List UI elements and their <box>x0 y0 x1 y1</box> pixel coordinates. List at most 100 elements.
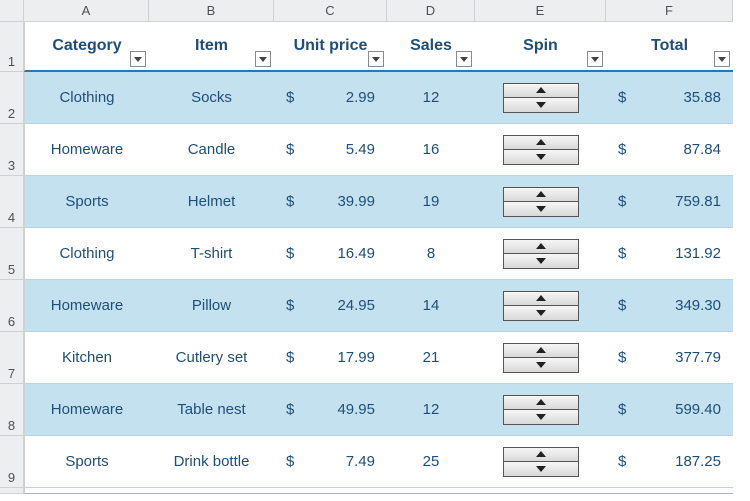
cell-total[interactable]: $187.25 <box>606 436 733 488</box>
cell-category[interactable]: Sports <box>24 436 149 488</box>
row-header-2[interactable]: 2 <box>0 72 24 124</box>
cell-total[interactable]: $377.79 <box>606 332 733 384</box>
cell-unit-price[interactable]: $24.95 <box>274 280 387 332</box>
col-header-D[interactable]: D <box>387 0 475 22</box>
cell-category[interactable]: Sports <box>24 176 149 228</box>
row-header-7[interactable]: 7 <box>0 332 24 384</box>
cell-spin[interactable] <box>475 384 606 436</box>
spin-down-button[interactable] <box>504 254 578 268</box>
cell-item[interactable]: Helmet <box>149 176 274 228</box>
cell-sales[interactable]: 12 <box>387 72 475 124</box>
cell-spin[interactable] <box>475 124 606 176</box>
spin-down-button[interactable] <box>504 462 578 476</box>
spin-control[interactable] <box>503 187 579 217</box>
spin-down-button[interactable] <box>504 150 578 164</box>
filter-button-total[interactable] <box>714 51 730 67</box>
cell-spin[interactable] <box>475 176 606 228</box>
row-header-5[interactable]: 5 <box>0 228 24 280</box>
spin-up-button[interactable] <box>504 396 578 411</box>
filter-button-sales[interactable] <box>456 51 472 67</box>
spin-up-button[interactable] <box>504 84 578 99</box>
cell-sales[interactable]: 8 <box>387 228 475 280</box>
cell-sales[interactable]: 21 <box>387 332 475 384</box>
col-header-A[interactable]: A <box>24 0 149 22</box>
header-category[interactable]: Category <box>24 22 149 72</box>
spin-down-button[interactable] <box>504 98 578 112</box>
spin-up-button[interactable] <box>504 240 578 255</box>
cell-category[interactable]: Homeware <box>24 124 149 176</box>
cell-spin[interactable] <box>475 280 606 332</box>
empty-cell[interactable] <box>149 488 274 494</box>
cell-category[interactable]: Clothing <box>24 72 149 124</box>
filter-button-item[interactable] <box>255 51 271 67</box>
cell-spin[interactable] <box>475 228 606 280</box>
row-header-1[interactable]: 1 <box>0 22 24 72</box>
cell-item[interactable]: Drink bottle <box>149 436 274 488</box>
spin-down-button[interactable] <box>504 306 578 320</box>
cell-item[interactable]: Pillow <box>149 280 274 332</box>
cell-item[interactable]: Candle <box>149 124 274 176</box>
cell-total[interactable]: $87.84 <box>606 124 733 176</box>
empty-cell[interactable] <box>274 488 387 494</box>
cell-item[interactable]: Socks <box>149 72 274 124</box>
col-header-C[interactable]: C <box>274 0 387 22</box>
empty-cell[interactable] <box>24 488 149 494</box>
cell-sales[interactable]: 12 <box>387 384 475 436</box>
header-unit-price[interactable]: Unit price <box>274 22 387 72</box>
row-header-8[interactable]: 8 <box>0 384 24 436</box>
cell-sales[interactable]: 19 <box>387 176 475 228</box>
cell-unit-price[interactable]: $17.99 <box>274 332 387 384</box>
spin-up-button[interactable] <box>504 344 578 359</box>
header-spin[interactable]: Spin <box>475 22 606 72</box>
spin-down-button[interactable] <box>504 410 578 424</box>
spin-control[interactable] <box>503 135 579 165</box>
cell-sales[interactable]: 14 <box>387 280 475 332</box>
cell-total[interactable]: $131.92 <box>606 228 733 280</box>
cell-total[interactable]: $759.81 <box>606 176 733 228</box>
cell-category[interactable]: Kitchen <box>24 332 149 384</box>
header-total[interactable]: Total <box>606 22 733 72</box>
cell-sales[interactable]: 25 <box>387 436 475 488</box>
cell-unit-price[interactable]: $2.99 <box>274 72 387 124</box>
spin-control[interactable] <box>503 395 579 425</box>
row-header-9[interactable]: 9 <box>0 436 24 488</box>
cell-total[interactable]: $35.88 <box>606 72 733 124</box>
col-header-B[interactable]: B <box>149 0 274 22</box>
cell-category[interactable]: Homeware <box>24 384 149 436</box>
spin-down-button[interactable] <box>504 358 578 372</box>
spin-control[interactable] <box>503 239 579 269</box>
header-item[interactable]: Item <box>149 22 274 72</box>
cell-item[interactable]: Cutlery set <box>149 332 274 384</box>
cell-unit-price[interactable]: $49.95 <box>274 384 387 436</box>
cell-category[interactable]: Clothing <box>24 228 149 280</box>
filter-button-unit-price[interactable] <box>368 51 384 67</box>
spin-control[interactable] <box>503 447 579 477</box>
spin-up-button[interactable] <box>504 136 578 151</box>
row-header-6[interactable]: 6 <box>0 280 24 332</box>
cell-unit-price[interactable]: $7.49 <box>274 436 387 488</box>
row-header-3[interactable]: 3 <box>0 124 24 176</box>
cell-item[interactable]: Table nest <box>149 384 274 436</box>
row-header-4[interactable]: 4 <box>0 176 24 228</box>
cell-item[interactable]: T-shirt <box>149 228 274 280</box>
cell-spin[interactable] <box>475 332 606 384</box>
col-header-E[interactable]: E <box>475 0 606 22</box>
cell-unit-price[interactable]: $5.49 <box>274 124 387 176</box>
cell-sales[interactable]: 16 <box>387 124 475 176</box>
header-sales[interactable]: Sales <box>387 22 475 72</box>
filter-button-category[interactable] <box>130 51 146 67</box>
cell-total[interactable]: $349.30 <box>606 280 733 332</box>
spin-up-button[interactable] <box>504 292 578 307</box>
cell-spin[interactable] <box>475 436 606 488</box>
spin-control[interactable] <box>503 291 579 321</box>
cell-unit-price[interactable]: $16.49 <box>274 228 387 280</box>
empty-cell[interactable] <box>606 488 733 494</box>
filter-button-spin[interactable] <box>587 51 603 67</box>
col-header-F[interactable]: F <box>606 0 733 22</box>
spin-up-button[interactable] <box>504 188 578 203</box>
cell-spin[interactable] <box>475 72 606 124</box>
empty-cell[interactable] <box>387 488 475 494</box>
cell-total[interactable]: $599.40 <box>606 384 733 436</box>
row-header-overflow[interactable] <box>0 488 24 494</box>
select-all-corner[interactable] <box>0 0 24 22</box>
